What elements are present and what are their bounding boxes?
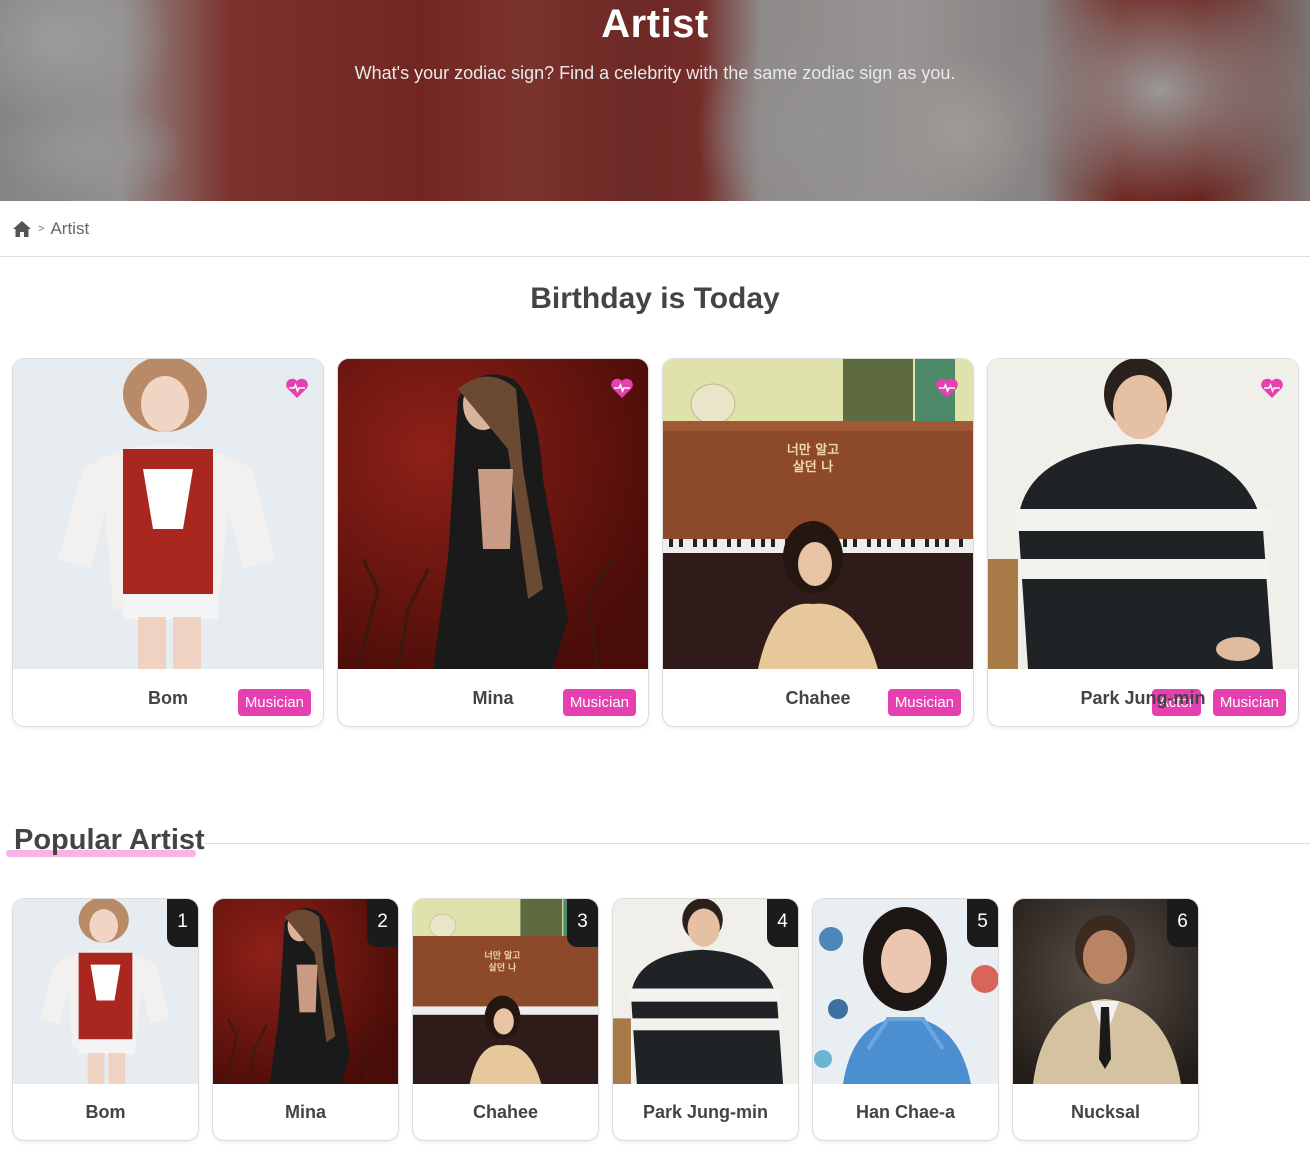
popular-artist-card[interactable]: 4 Park Jung-min (612, 898, 799, 1141)
artist-photo (338, 359, 648, 669)
artist-photo (988, 359, 1298, 669)
birthday-section-title: Birthday is Today (530, 282, 780, 315)
rank-badge: 5 (967, 899, 998, 947)
artist-name[interactable]: Bom (13, 1084, 198, 1140)
artist-photo: 너만 알고 살던 나 (663, 359, 973, 669)
rank-badge: 2 (367, 899, 398, 947)
popular-section-title: Popular Artist (14, 824, 205, 856)
rank-badge: 6 (1167, 899, 1198, 947)
artist-name[interactable]: Bom (13, 669, 323, 726)
breadcrumb-separator: > (38, 222, 45, 235)
section-divider (205, 843, 1310, 844)
heart-pulse-icon[interactable] (610, 377, 634, 399)
hero-banner: Artist What's your zodiac sign? Find a c… (0, 0, 1310, 201)
popular-artist-card[interactable]: 1 Bom (12, 898, 199, 1141)
svg-text:너만 알고: 너만 알고 (787, 442, 839, 458)
birthday-card[interactable]: 너만 알고 살던 나 Musician Chahee (662, 358, 974, 727)
breadcrumb: > Artist (0, 201, 1310, 257)
birthday-card[interactable]: Musician Mina (337, 358, 649, 727)
home-icon[interactable] (12, 220, 32, 238)
rank-badge: 1 (167, 899, 198, 947)
page-subtitle: What's your zodiac sign? Find a celebrit… (354, 63, 956, 83)
artist-name[interactable]: Park Jung-min (988, 669, 1298, 726)
rank-badge: 3 (567, 899, 598, 947)
artist-name[interactable]: Chahee (413, 1084, 598, 1140)
popular-artist-card[interactable]: 6 Nucksal (1012, 898, 1199, 1141)
svg-text:너만 알고: 너만 알고 (485, 950, 521, 962)
artist-name[interactable]: Han Chae-a (813, 1084, 998, 1140)
artist-name[interactable]: Mina (338, 669, 648, 726)
heart-pulse-icon[interactable] (1260, 377, 1284, 399)
rank-badge: 4 (767, 899, 798, 947)
birthday-card[interactable]: Musician Bom (12, 358, 324, 727)
artist-name[interactable]: Mina (213, 1084, 398, 1140)
page-title: Artist (601, 2, 709, 46)
birthday-card[interactable]: Actor Musician Park Jung-min (987, 358, 1299, 727)
artist-name[interactable]: Park Jung-min (613, 1084, 798, 1140)
popular-artist-card[interactable]: 너만 알고 살던 나 3 Chahee (412, 898, 599, 1141)
heart-pulse-icon[interactable] (935, 377, 959, 399)
artist-photo (13, 359, 323, 669)
svg-text:살던 나: 살던 나 (793, 459, 833, 475)
popular-artist-card[interactable]: 5 Han Chae-a (812, 898, 999, 1141)
breadcrumb-current: Artist (50, 218, 90, 238)
heart-pulse-icon[interactable] (285, 377, 309, 399)
svg-text:살던 나: 살던 나 (489, 962, 518, 974)
artist-name[interactable]: Chahee (663, 669, 973, 726)
artist-name[interactable]: Nucksal (1013, 1084, 1198, 1140)
popular-artist-card[interactable]: 2 Mina (212, 898, 399, 1141)
